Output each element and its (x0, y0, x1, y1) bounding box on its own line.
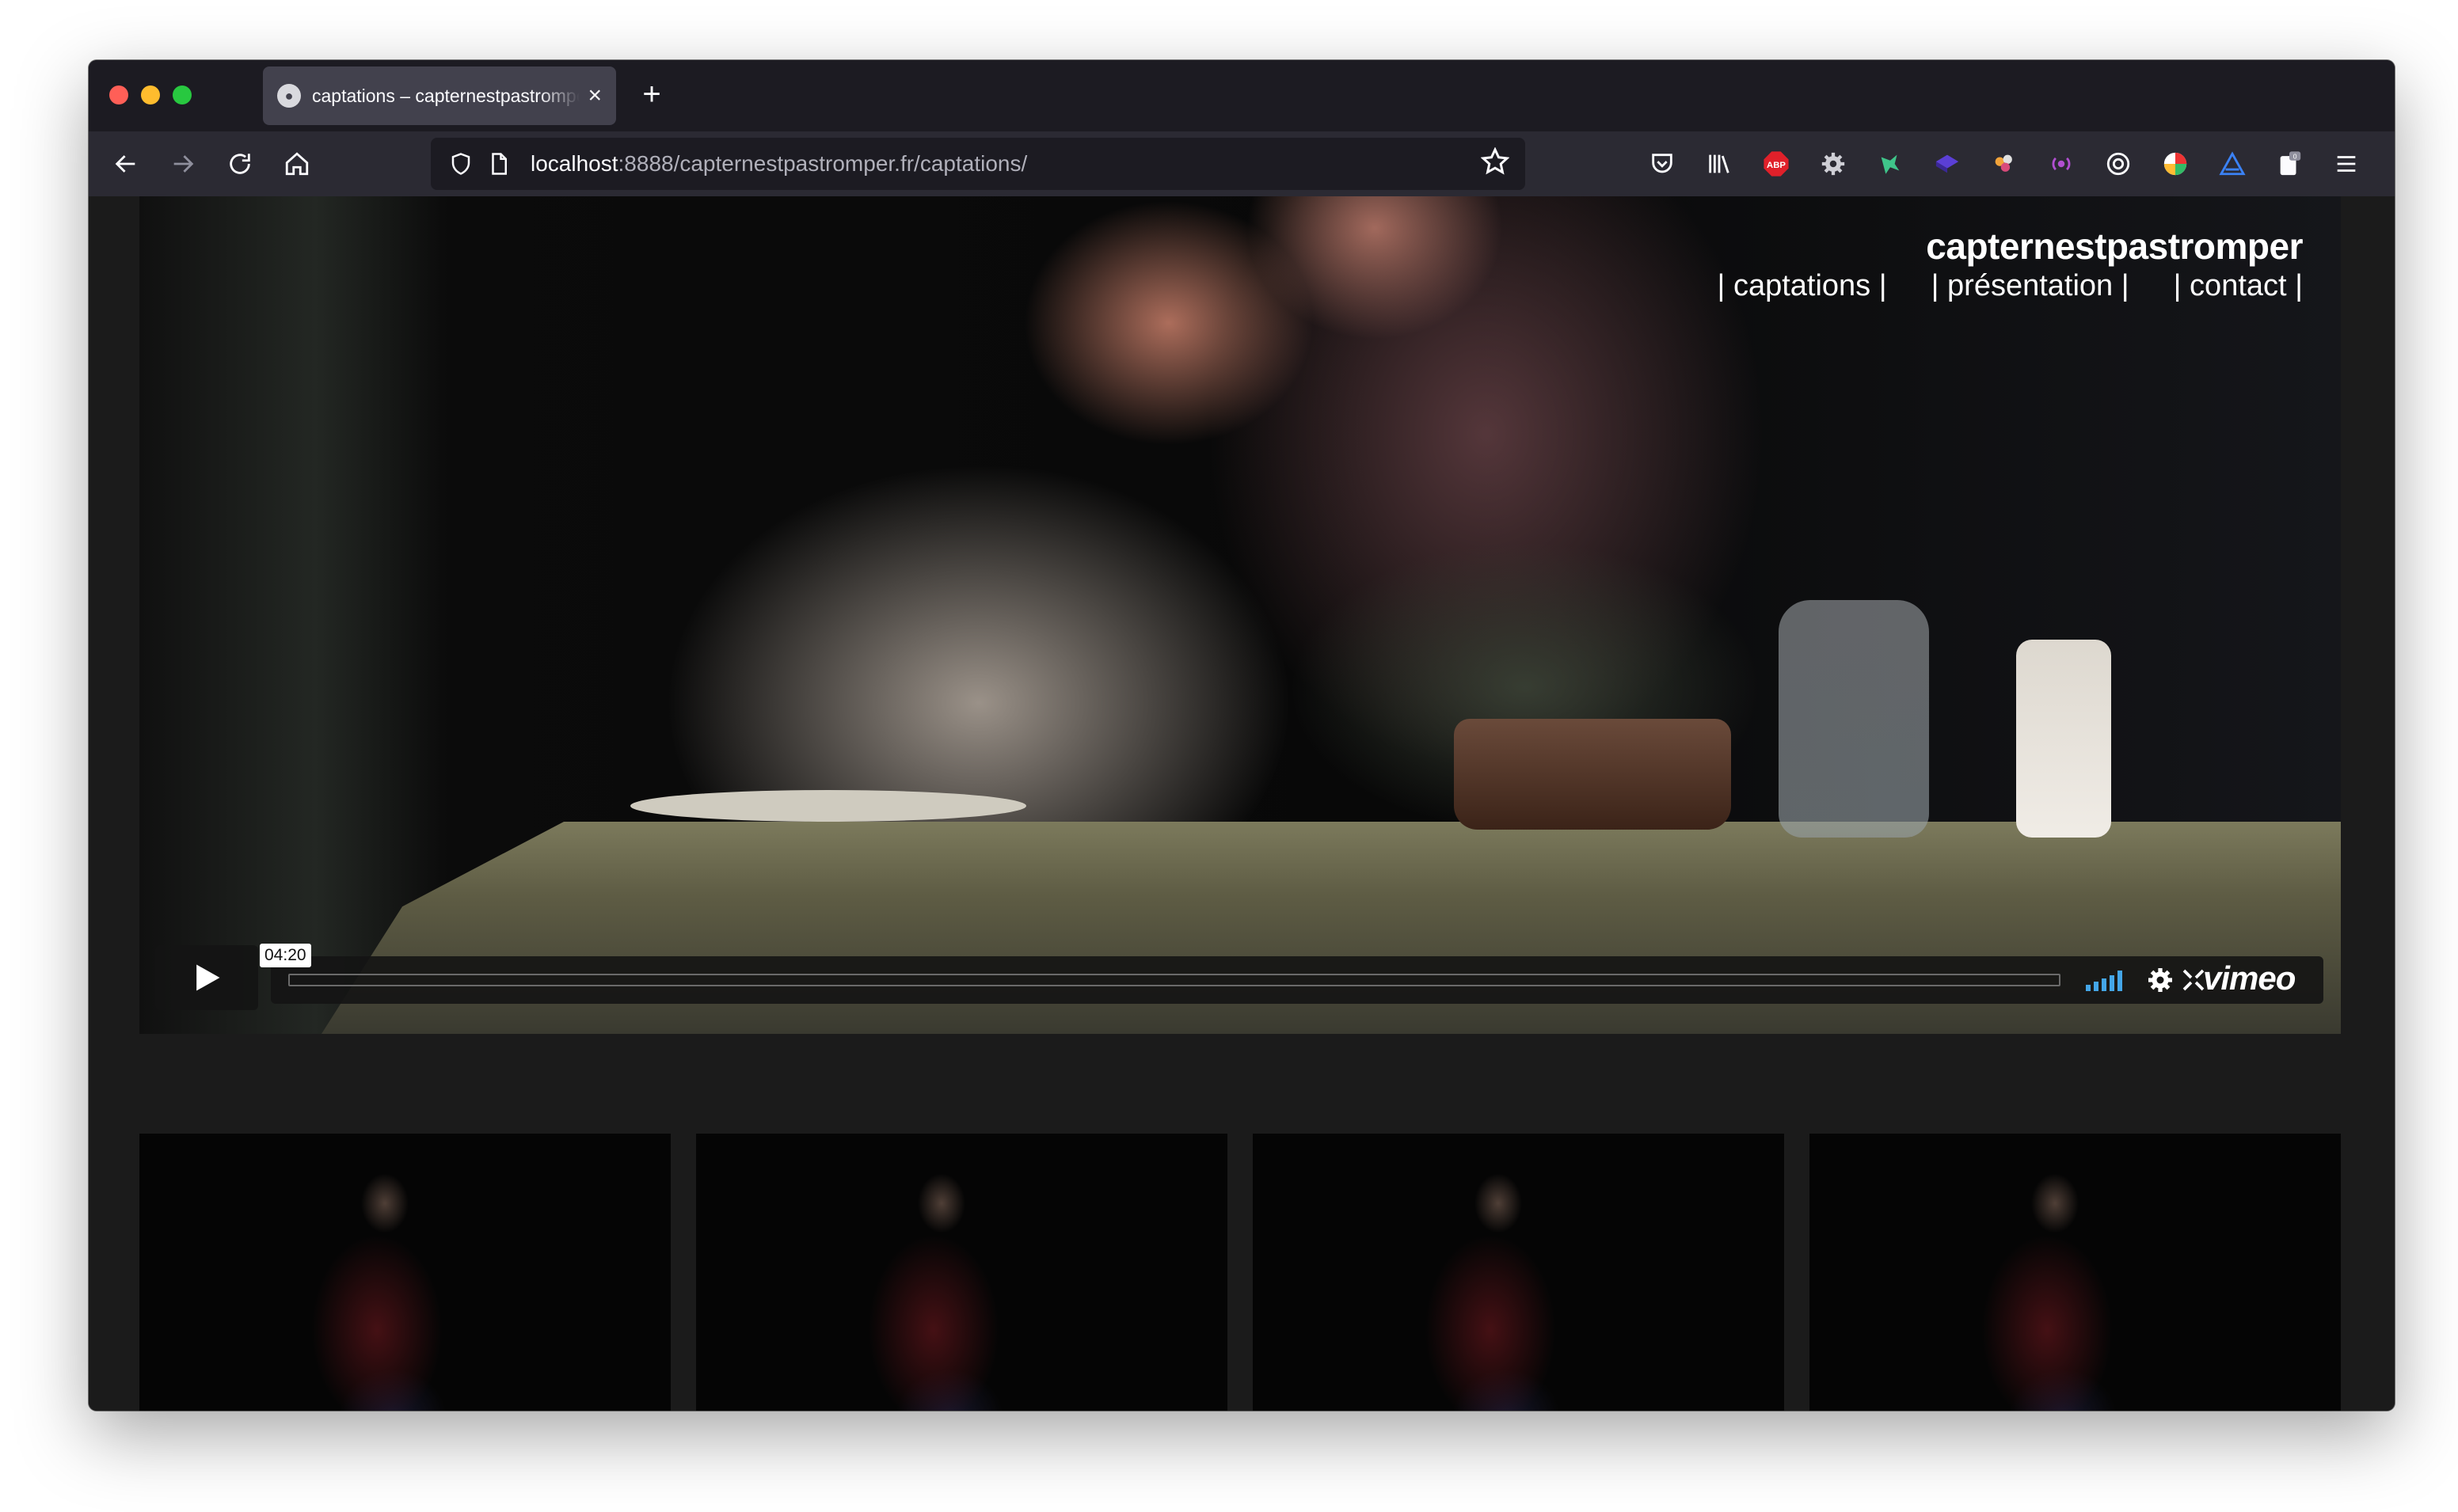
site-favicon-icon: ● (277, 84, 301, 108)
adblock-icon[interactable]: ABP (1761, 149, 1791, 179)
player-control-bar: vimeo (271, 956, 2323, 1004)
navigation-toolbar: localhost:8888/capternestpastromper.fr/c… (89, 131, 2395, 196)
svg-text:0: 0 (2293, 153, 2297, 161)
window-maximize-button[interactable] (173, 85, 192, 104)
page-content: capternestpastromper | captations | | pr… (89, 196, 2395, 1411)
video-player[interactable]: capternestpastromper | captations | | pr… (139, 196, 2341, 1034)
thumbnail-performer-image (1395, 1148, 1601, 1411)
browser-window: ● captations – capternestpastromper.fr ×… (89, 60, 2395, 1411)
settings-gear-icon[interactable] (2146, 966, 2175, 994)
tab-title: captations – capternestpastromper.fr (312, 85, 580, 106)
library-icon[interactable] (1704, 149, 1734, 179)
url-text[interactable]: localhost:8888/capternestpastromper.fr/c… (531, 151, 1027, 177)
video-thumbnail[interactable] (139, 1134, 671, 1411)
back-arrow-icon[interactable] (103, 141, 149, 187)
play-icon (196, 964, 220, 991)
thumbnail-performer-image (839, 1148, 1044, 1411)
url-host: localhost (531, 151, 618, 176)
video-thumbnail[interactable] (1809, 1134, 2341, 1411)
nav-link-presentation[interactable]: | présentation | (1931, 269, 2129, 303)
tab-captations[interactable]: ● captations – capternestpastromper.fr × (263, 66, 616, 125)
bird-extension-icon[interactable] (1875, 149, 1905, 179)
window-minimize-button[interactable] (141, 85, 160, 104)
cube-extension-icon[interactable] (1932, 149, 1962, 179)
url-path: :8888/capternestpastromper.fr/captations… (618, 151, 1028, 176)
color-picker-icon[interactable] (2160, 149, 2190, 179)
reload-icon[interactable] (217, 141, 263, 187)
nav-link-contact[interactable]: | contact | (2174, 269, 2303, 303)
pocket-icon[interactable] (1647, 149, 1677, 179)
video-frame-bottle (2016, 640, 2111, 838)
podcast-extension-icon[interactable] (2046, 149, 2076, 179)
video-thumbnail[interactable] (696, 1134, 1227, 1411)
tab-strip: ● captations – capternestpastromper.fr ×… (89, 60, 2395, 131)
volume-icon[interactable] (2086, 971, 2122, 991)
privacy-extension-icon[interactable] (2103, 149, 2133, 179)
progress-bar[interactable] (288, 974, 2060, 986)
menu-icon[interactable] (2331, 149, 2361, 179)
thumbnail-performer-image (282, 1148, 488, 1411)
star-icon[interactable] (1480, 146, 1514, 180)
vimeo-logo[interactable]: vimeo (2203, 959, 2296, 997)
warning-triangle-icon[interactable] (2217, 149, 2247, 179)
nav-link-captations[interactable]: | captations | (1718, 269, 1887, 303)
window-close-button[interactable] (109, 85, 128, 104)
clipboard-icon[interactable]: 0 (2274, 149, 2304, 179)
video-frame-carafe (1779, 600, 1929, 838)
video-thumbnail-grid (139, 1134, 2341, 1411)
video-thumbnail[interactable] (1253, 1134, 1784, 1411)
play-button[interactable] (155, 945, 258, 1010)
svg-text:ABP: ABP (1767, 161, 1786, 170)
site-title[interactable]: capternestpastromper (1926, 225, 2303, 268)
thumbnail-performer-image (1952, 1148, 2158, 1411)
timecode-tooltip: 04:20 (260, 944, 311, 967)
new-tab-button[interactable]: + (632, 74, 672, 114)
forward-arrow-icon[interactable] (160, 141, 206, 187)
gear-extension-icon[interactable] (1818, 149, 1848, 179)
video-frame-plate (630, 790, 1026, 822)
page-icon[interactable] (483, 148, 515, 180)
tab-close-icon[interactable]: × (588, 84, 602, 108)
url-bar[interactable]: localhost:8888/capternestpastromper.fr/c… (431, 138, 1525, 190)
home-icon[interactable] (274, 141, 320, 187)
video-frame-pot (1454, 719, 1731, 830)
site-navigation: | captations | | présentation | | contac… (1718, 269, 2303, 303)
colors-extension-icon[interactable] (1989, 149, 2019, 179)
tracking-shield-icon[interactable] (445, 148, 477, 180)
